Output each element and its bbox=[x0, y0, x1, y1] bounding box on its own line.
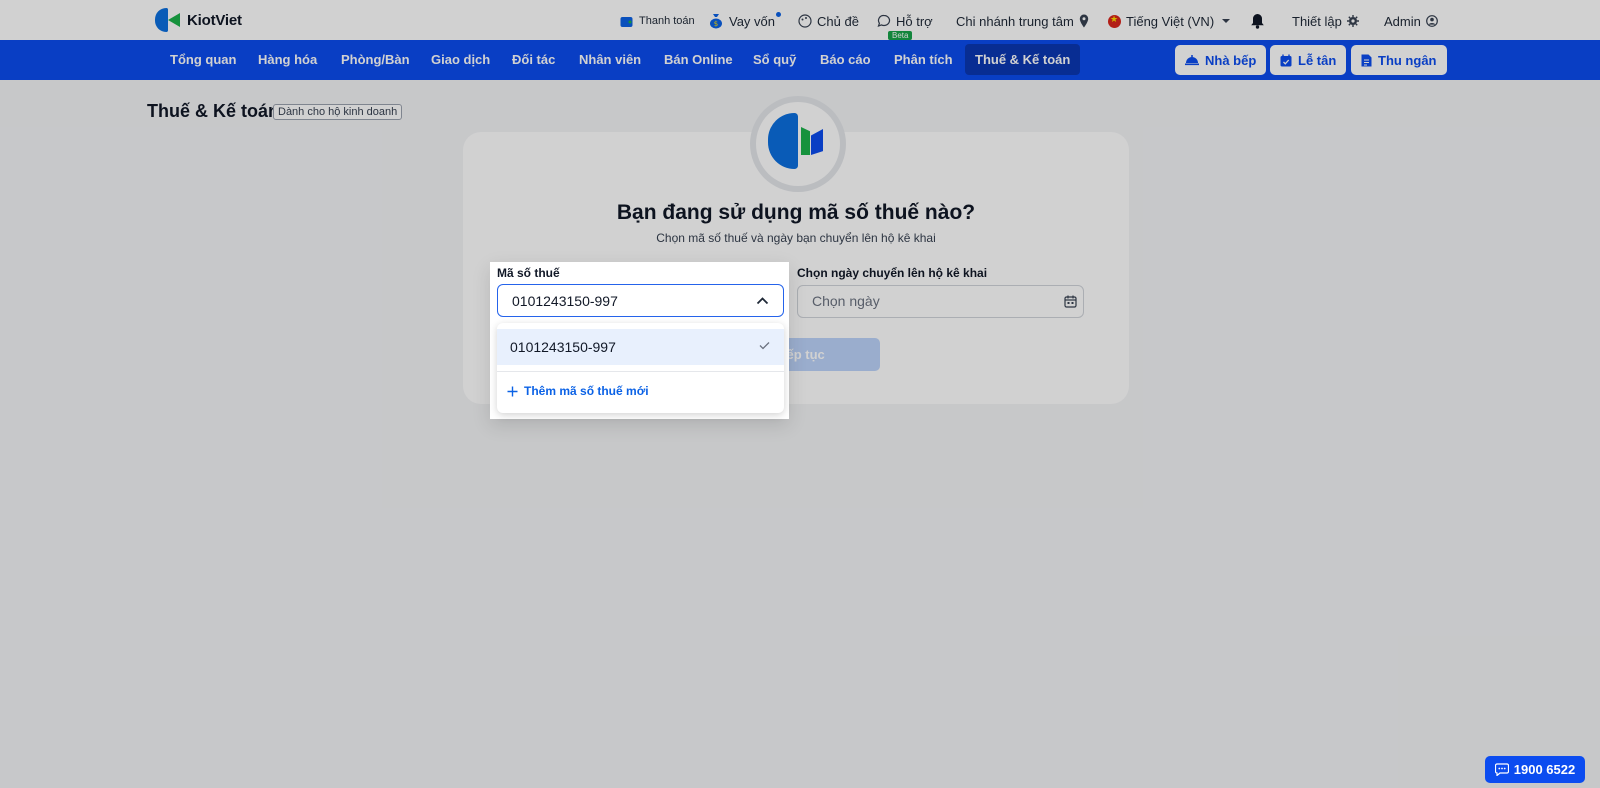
plus-icon bbox=[507, 386, 518, 396]
tax-code-option-label: 0101243150-997 bbox=[510, 339, 616, 355]
add-tax-code-button[interactable]: Thêm mã số thuế mới bbox=[507, 378, 649, 404]
chat-icon bbox=[1494, 763, 1509, 776]
hotline-number: 1900 6522 bbox=[1513, 762, 1576, 777]
tax-code-popover: Mã số thuế 0101243150-997 0101243150-997… bbox=[490, 262, 789, 419]
dropdown-divider bbox=[497, 371, 784, 372]
tax-code-select[interactable]: 0101243150-997 bbox=[497, 284, 784, 317]
chevron-up-icon bbox=[756, 297, 769, 305]
check-icon bbox=[759, 342, 770, 350]
tax-code-option[interactable]: 0101243150-997 bbox=[497, 329, 784, 365]
add-tax-code-label: Thêm mã số thuế mới bbox=[524, 384, 649, 398]
modal-overlay[interactable] bbox=[0, 0, 1600, 788]
tax-code-value: 0101243150-997 bbox=[512, 293, 618, 309]
tax-code-dropdown: 0101243150-997 Thêm mã số thuế mới bbox=[497, 323, 784, 413]
hotline-button[interactable]: 1900 6522 bbox=[1485, 756, 1585, 783]
tax-code-label: Mã số thuế bbox=[497, 266, 560, 280]
